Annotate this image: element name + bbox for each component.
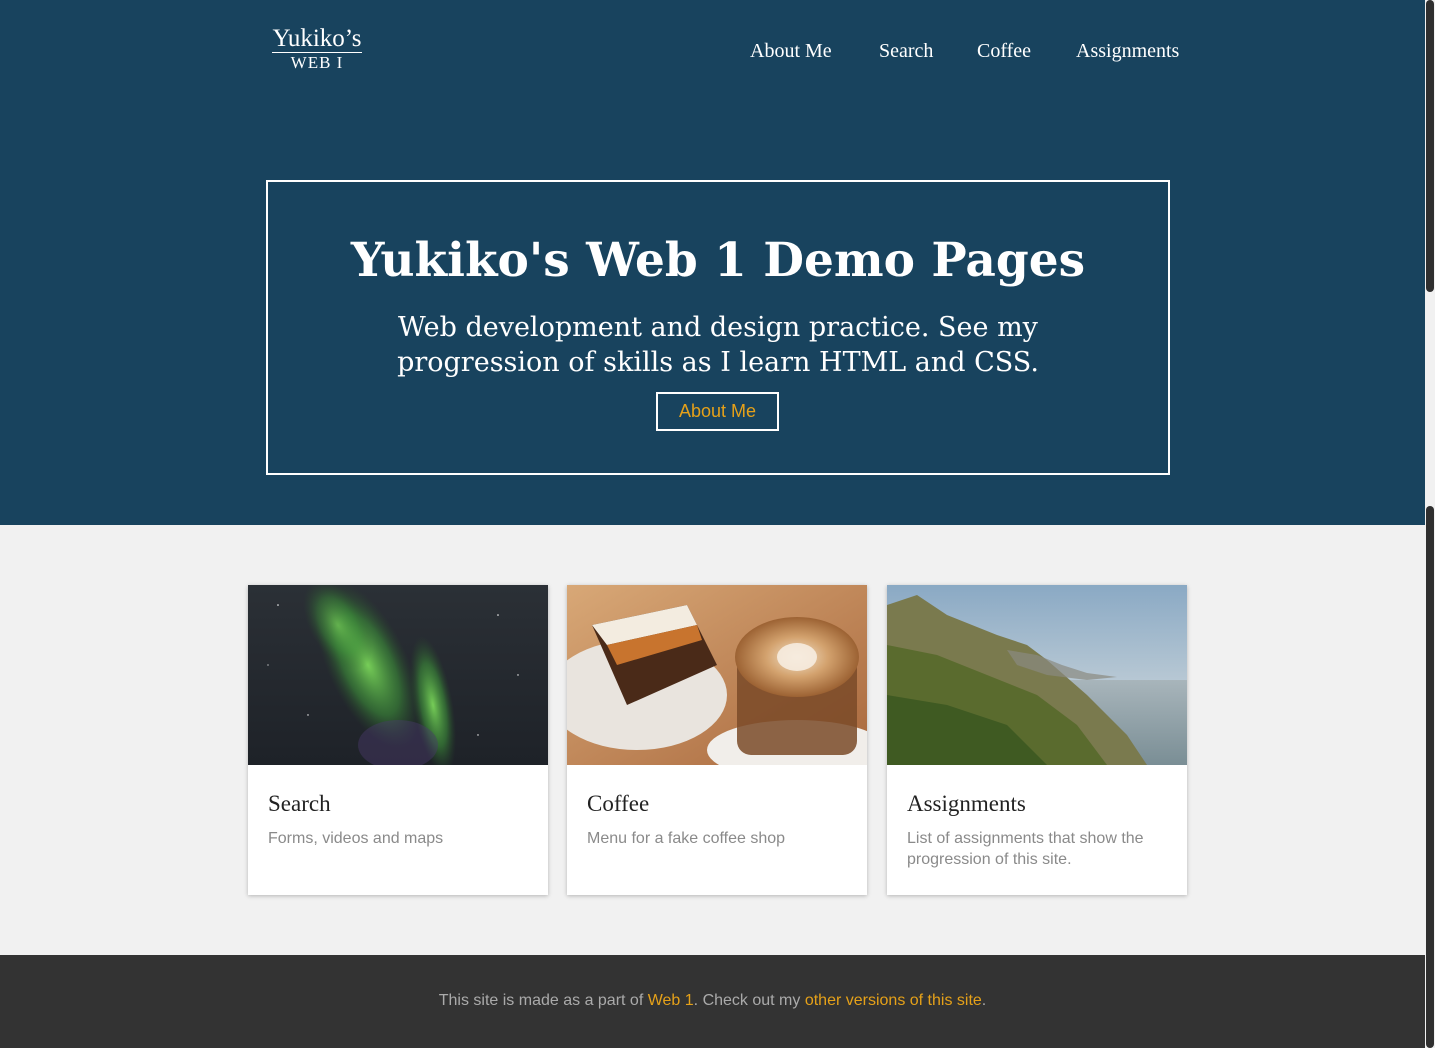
nav-link-about-me[interactable]: About Me	[750, 38, 832, 64]
logo-name: Yukiko’s	[272, 25, 362, 53]
footer-text: This site is made as a part of Web 1. Ch…	[0, 991, 1425, 1011]
about-me-button[interactable]: About Me	[656, 392, 779, 431]
nav-link-assignments[interactable]: Assignments	[1076, 38, 1179, 64]
aurora-photo	[248, 585, 548, 765]
card-coffee[interactable]: Coffee Menu for a fake coffee shop	[567, 585, 867, 895]
card-title: Search	[268, 791, 331, 816]
hero-subtitle: Web development and design practice. See…	[397, 312, 1039, 378]
card-title: Assignments	[907, 791, 1026, 816]
site-footer: This site is made as a part of Web 1. Ch…	[0, 955, 1425, 1048]
footer-text-part: This site is made as a part of	[438, 992, 648, 1009]
coffee-photo	[567, 585, 867, 765]
logo-subtitle: WEB I	[290, 53, 344, 72]
web1-link[interactable]: Web 1	[648, 992, 694, 1009]
coastline-photo	[887, 585, 1187, 765]
hero-title: Yukiko's Web 1 Demo Pages	[350, 233, 1086, 288]
card-assignments[interactable]: Assignments List of assignments that sho…	[887, 585, 1187, 895]
hero-box: Yukiko's Web 1 Demo Pages Web developmen…	[266, 180, 1170, 475]
site-logo[interactable]: Yukiko’s WEB I	[272, 26, 362, 73]
hero-section: Yukiko’s WEB I About Me Search Coffee As…	[0, 0, 1425, 525]
footer-text-part: .	[981, 992, 987, 1009]
nav-link-search[interactable]: Search	[879, 38, 933, 64]
footer-text-part: . Check out my	[693, 992, 805, 1009]
card-description: Forms, videos and maps	[268, 830, 444, 847]
card-description: List of assignments that show the progre…	[907, 830, 1144, 868]
card-description: Menu for a fake coffee shop	[587, 830, 786, 847]
scrollbar-thumb[interactable]	[1426, 0, 1434, 292]
other-versions-link[interactable]: other versions of this site	[805, 992, 982, 1009]
scrollbar-thumb[interactable]	[1426, 506, 1434, 1048]
nav-link-coffee[interactable]: Coffee	[977, 38, 1031, 64]
card-search[interactable]: Search Forms, videos and maps	[248, 585, 548, 895]
card-title: Coffee	[587, 791, 650, 816]
